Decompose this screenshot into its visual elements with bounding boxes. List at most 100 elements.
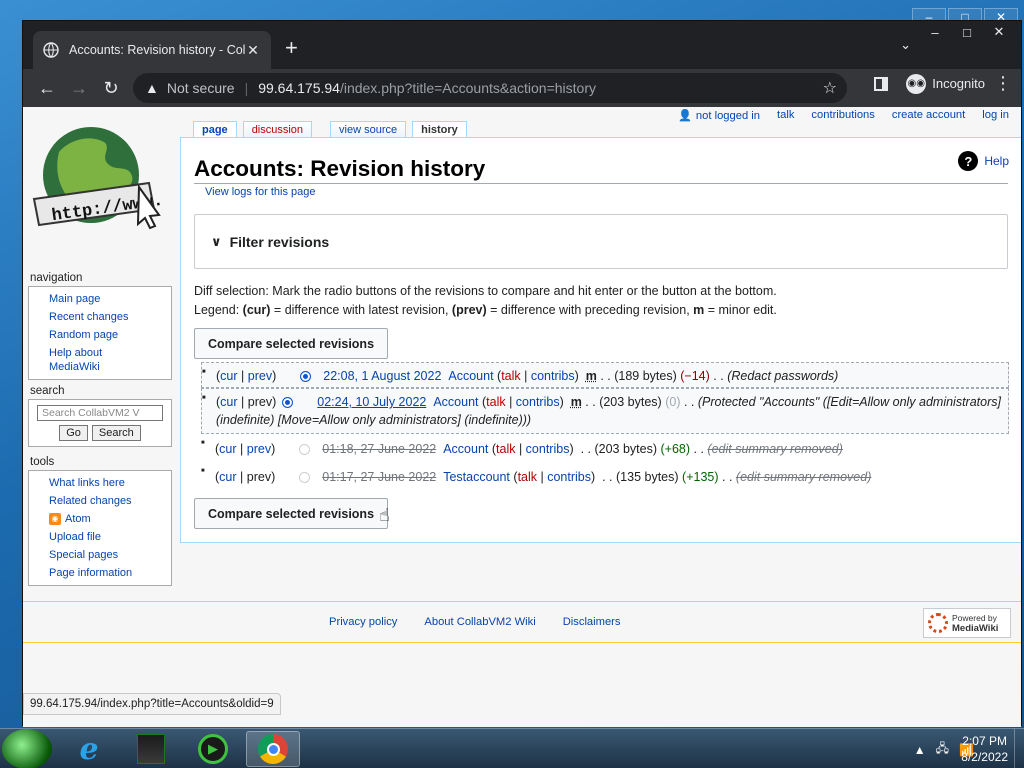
revision-date-link[interactable]: 02:24, 10 July 2022 <box>317 395 426 409</box>
reload-icon[interactable]: ↻ <box>95 72 127 104</box>
talk-link[interactable]: talk <box>777 109 794 122</box>
create-account-link[interactable]: create account <box>892 109 965 122</box>
user-contribs-link[interactable]: contribs <box>531 369 575 383</box>
diff-radio[interactable] <box>299 444 311 456</box>
user-link[interactable]: Account <box>433 395 478 409</box>
taskbar-chrome[interactable] <box>246 731 300 767</box>
taskbar-media-player[interactable]: ▶ <box>186 731 240 767</box>
content-area: ? Help Accounts: Revision history View l… <box>180 137 1021 543</box>
wiki-logo[interactable]: http://www. <box>29 117 169 257</box>
network-icon[interactable]: 🖧 <box>936 739 949 760</box>
tool-atom[interactable]: ◉ Atom <box>49 510 171 528</box>
kebab-menu-icon[interactable]: ⋮ <box>993 73 1013 94</box>
tool-special-pages[interactable]: Special pages <box>49 546 171 564</box>
user-talk-link[interactable]: talk <box>486 395 505 409</box>
user-link[interactable]: Testaccount <box>443 470 510 484</box>
address-bar[interactable]: ▲ Not secure | 99.64.175.94/index.php?ti… <box>133 73 847 103</box>
incognito-icon: ◉◉ <box>906 73 927 94</box>
close-window-icon[interactable]: ✕ <box>983 23 1015 41</box>
personal-tools: 👤 not logged in talk contributions create… <box>678 109 1009 122</box>
revision-size: . . (203 bytes) <box>580 442 657 456</box>
revision-row: (cur | prev)01:17, 27 June 2022 Testacco… <box>201 462 1009 490</box>
size-change: (+68) <box>660 442 691 456</box>
forward-arrow-icon[interactable]: → <box>63 72 95 104</box>
privacy-policy-link[interactable]: Privacy policy <box>329 616 397 628</box>
new-tab-button[interactable]: + <box>285 35 298 61</box>
clock[interactable]: 2:07 PM 8/2/2022 <box>961 733 1008 765</box>
powered-by-mediawiki-badge[interactable]: Powered by MediaWiki <box>923 608 1011 638</box>
user-talk-link[interactable]: talk <box>501 369 520 383</box>
sidebar-item-recent-changes[interactable]: Recent changes <box>49 308 171 326</box>
revision-size: . . (135 bytes) <box>602 470 679 484</box>
user-link[interactable]: Account <box>443 442 488 456</box>
maximize-icon[interactable]: □ <box>951 23 983 41</box>
user-contribs-link[interactable]: contribs <box>516 395 560 409</box>
back-arrow-icon[interactable]: ← <box>31 72 63 104</box>
tab-close-icon[interactable]: ✕ <box>245 42 261 59</box>
user-talk-link[interactable]: talk <box>518 470 537 484</box>
user-contribs-link[interactable]: contribs <box>526 442 570 456</box>
diff-selection-text: Diff selection: Mark the radio buttons o… <box>194 284 777 298</box>
sidebar-item-main-page[interactable]: Main page <box>49 290 171 308</box>
clock-date: 8/2/2022 <box>961 750 1008 764</box>
page-title: Accounts: Revision history <box>194 156 1008 184</box>
sidebar-item-mediawiki[interactable]: MediaWiki <box>49 358 171 376</box>
tool-page-information[interactable]: Page information <box>49 564 171 582</box>
taskbar-internet-explorer[interactable]: e <box>62 731 116 767</box>
go-button[interactable]: Go <box>59 425 88 441</box>
diff-radio[interactable] <box>282 397 294 409</box>
not-secure-label[interactable]: Not secure <box>167 80 235 96</box>
diff-radio[interactable] <box>299 472 311 484</box>
search-input[interactable]: Search CollabVM2 V <box>37 405 163 421</box>
tool-upload-file[interactable]: Upload file <box>49 528 171 546</box>
oldid-radio[interactable] <box>300 371 312 383</box>
edit-summary-removed: (edit summary removed) <box>735 470 872 484</box>
filter-revisions-toggle[interactable]: ∨ Filter revisions <box>194 214 1008 269</box>
tab-history[interactable]: history <box>412 121 467 138</box>
contributions-link[interactable]: contributions <box>811 109 874 122</box>
prev-link[interactable]: prev <box>247 442 271 456</box>
warning-icon[interactable]: ▲ <box>145 80 159 96</box>
cur-link[interactable]: cur <box>219 470 236 484</box>
show-desktop-button[interactable] <box>1014 729 1024 768</box>
page-tabs: page discussion view source history <box>193 121 485 138</box>
bookmark-star-icon[interactable]: ☆ <box>823 78 837 98</box>
tray-chevron-icon[interactable]: ▲ <box>914 743 926 757</box>
mediawiki-flower-icon <box>928 613 948 633</box>
tool-what-links-here[interactable]: What links here <box>49 474 171 492</box>
omnibox-separator: | <box>244 80 249 96</box>
side-panel-icon[interactable] <box>874 76 889 91</box>
minimize-icon[interactable]: – <box>919 23 951 41</box>
sidebar-item-random-page[interactable]: Random page <box>49 326 171 344</box>
user-contribs-link[interactable]: contribs <box>547 470 591 484</box>
cur-link[interactable]: cur <box>219 442 236 456</box>
tab-page[interactable]: page <box>193 121 237 138</box>
browser-tab[interactable]: Accounts: Revision history - Colla ✕ <box>33 31 271 69</box>
about-link[interactable]: About CollabVM2 Wiki <box>424 616 535 628</box>
tool-related-changes[interactable]: Related changes <box>49 492 171 510</box>
compare-revisions-button[interactable]: Compare selected revisions <box>194 328 388 359</box>
start-button[interactable] <box>2 729 52 768</box>
revision-row: (cur | prev)01:18, 27 June 2022 Account … <box>201 434 1009 462</box>
user-talk-link[interactable]: talk <box>496 442 515 456</box>
browser-toolbar: ← → ↻ ▲ Not secure | 99.64.175.94/index.… <box>23 69 1021 107</box>
taskbar-app[interactable] <box>124 731 178 767</box>
compare-revisions-button-bottom[interactable]: Compare selected revisions <box>194 498 388 529</box>
toolbar-right: ◉◉ Incognito ⋮ <box>874 73 1013 94</box>
play-icon: ▶ <box>198 734 228 764</box>
cur-link[interactable]: cur <box>220 395 237 409</box>
revision-date-link[interactable]: 22:08, 1 August 2022 <box>323 369 441 383</box>
log-in-link[interactable]: log in <box>982 109 1009 122</box>
tab-view-source[interactable]: view source <box>330 121 407 138</box>
view-logs-link[interactable]: View logs for this page <box>205 186 315 198</box>
tab-search-chevron-icon[interactable]: ⌄ <box>900 37 911 53</box>
not-logged-in-link[interactable]: 👤 not logged in <box>678 109 760 122</box>
incognito-indicator[interactable]: ◉◉ Incognito <box>906 73 985 94</box>
prev-link[interactable]: prev <box>248 369 272 383</box>
chevron-down-icon: ∨ <box>211 233 222 249</box>
tab-discussion[interactable]: discussion <box>242 121 313 138</box>
user-link[interactable]: Account <box>448 369 493 383</box>
tools-heading: tools <box>30 456 55 468</box>
disclaimers-link[interactable]: Disclaimers <box>563 616 621 628</box>
search-button[interactable]: Search <box>91 425 141 441</box>
